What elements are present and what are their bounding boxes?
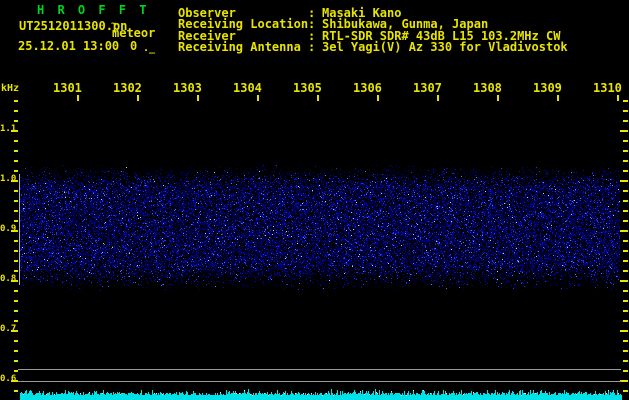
y-tick-minor-left [14,320,18,322]
y-tick-minor-right [623,200,628,202]
baseline-upper-line [18,369,621,370]
y-tick-minor-left [14,110,18,112]
echo-count-suffix: ._ [143,43,156,54]
y-tick-minor-left [14,200,18,202]
x-tick [617,95,619,101]
y-tick-minor-right [623,190,628,192]
y-tick-minor-left [14,290,18,292]
y-tick-minor-left [14,260,18,262]
y-tick-minor-right [623,220,628,222]
y-tick-major-right [620,280,628,282]
y-tick-label: 0.8 [0,274,17,284]
hrofft-screen: H R O F F T UT2512011300.pn ~ meteor 25.… [0,0,629,400]
y-tick-minor-left [14,300,18,302]
y-tick-minor-left [14,170,18,172]
x-tick-label: 1304 [233,81,262,95]
y-tick-major-right [620,230,628,232]
y-tick-minor-left [14,150,18,152]
info-separator: : [308,40,316,54]
y-tick-minor-right [623,150,628,152]
y-tick-minor-right [623,300,628,302]
spectrogram-noise-band [20,163,620,293]
y-tick-minor-right [623,370,628,372]
y-tick-minor-left [14,220,18,222]
y-tick-minor-right [623,290,628,292]
y-tick-minor-right [623,100,628,102]
y-tick-label: 0.7 [0,324,17,334]
x-tick [257,95,259,101]
y-tick-minor-left [14,120,18,122]
y-tick-minor-left [14,310,18,312]
y-tick-minor-right [623,310,628,312]
x-tick [137,95,139,101]
x-tick [437,95,439,101]
y-tick-minor-left [14,250,18,252]
y-tick-minor-left [14,210,18,212]
y-tick-minor-left [14,160,18,162]
y-tick-minor-right [623,270,628,272]
y-tick-label: 1.1 [0,124,17,134]
y-tick-minor-left [14,340,18,342]
y-tick-major-right [620,130,628,132]
y-axis-unit-label: kHz [1,83,20,94]
x-tick [557,95,559,101]
y-tick-minor-left [14,390,18,392]
y-tick-minor-left [14,190,18,192]
x-tick-label: 1305 [293,81,322,95]
baseline-lower-line [18,381,621,382]
x-tick-label: 1308 [473,81,502,95]
y-tick-minor-right [623,240,628,242]
y-tick-major-right [620,380,628,382]
y-tick-minor-right [623,110,628,112]
x-tick-label: 1303 [173,81,202,95]
y-tick-minor-right [623,340,628,342]
y-tick-label: 0.6 [0,374,17,384]
y-tick-major-right [620,330,628,332]
y-tick-minor-right [623,120,628,122]
x-tick-label: 1307 [413,81,442,95]
y-tick-minor-left [14,270,18,272]
y-tick-minor-right [623,140,628,142]
datetime-text: 25.12.01 13:00 [18,39,120,53]
y-tick-minor-right [623,360,628,362]
spectrum-left-edge-line [19,174,20,285]
y-tick-minor-left [14,140,18,142]
info-label: Receiving Antenna [178,40,301,54]
x-tick-label: 1310 [593,81,622,95]
x-tick [77,95,79,101]
y-tick-minor-right [623,170,628,172]
y-tick-label: 0.9 [0,224,17,234]
y-tick-minor-right [623,160,628,162]
y-tick-minor-left [14,360,18,362]
x-tick [197,95,199,101]
y-tick-minor-right [623,320,628,322]
y-tick-minor-left [14,100,18,102]
y-tick-major-right [620,180,628,182]
y-tick-minor-right [623,250,628,252]
x-tick [497,95,499,101]
y-tick-minor-right [623,350,628,352]
app-title: H R O F F T [37,3,150,17]
y-tick-minor-right [623,210,628,212]
info-value: 3el Yagi(V) Az 330 for Vladivostok [322,40,568,54]
y-tick-label: 1.0 [0,174,17,184]
x-tick [317,95,319,101]
y-tick-minor-left [14,350,18,352]
y-tick-minor-right [623,390,628,392]
signal-level-trace [20,385,622,400]
x-tick [377,95,379,101]
y-tick-minor-right [623,260,628,262]
x-tick-label: 1301 [53,81,82,95]
y-tick-minor-left [14,370,18,372]
y-tick-minor-left [14,240,18,242]
x-tick-label: 1306 [353,81,382,95]
x-tick-label: 1302 [113,81,142,95]
x-tick-label: 1309 [533,81,562,95]
echo-count: 0 [130,39,138,53]
comment-text: meteor [112,26,156,40]
